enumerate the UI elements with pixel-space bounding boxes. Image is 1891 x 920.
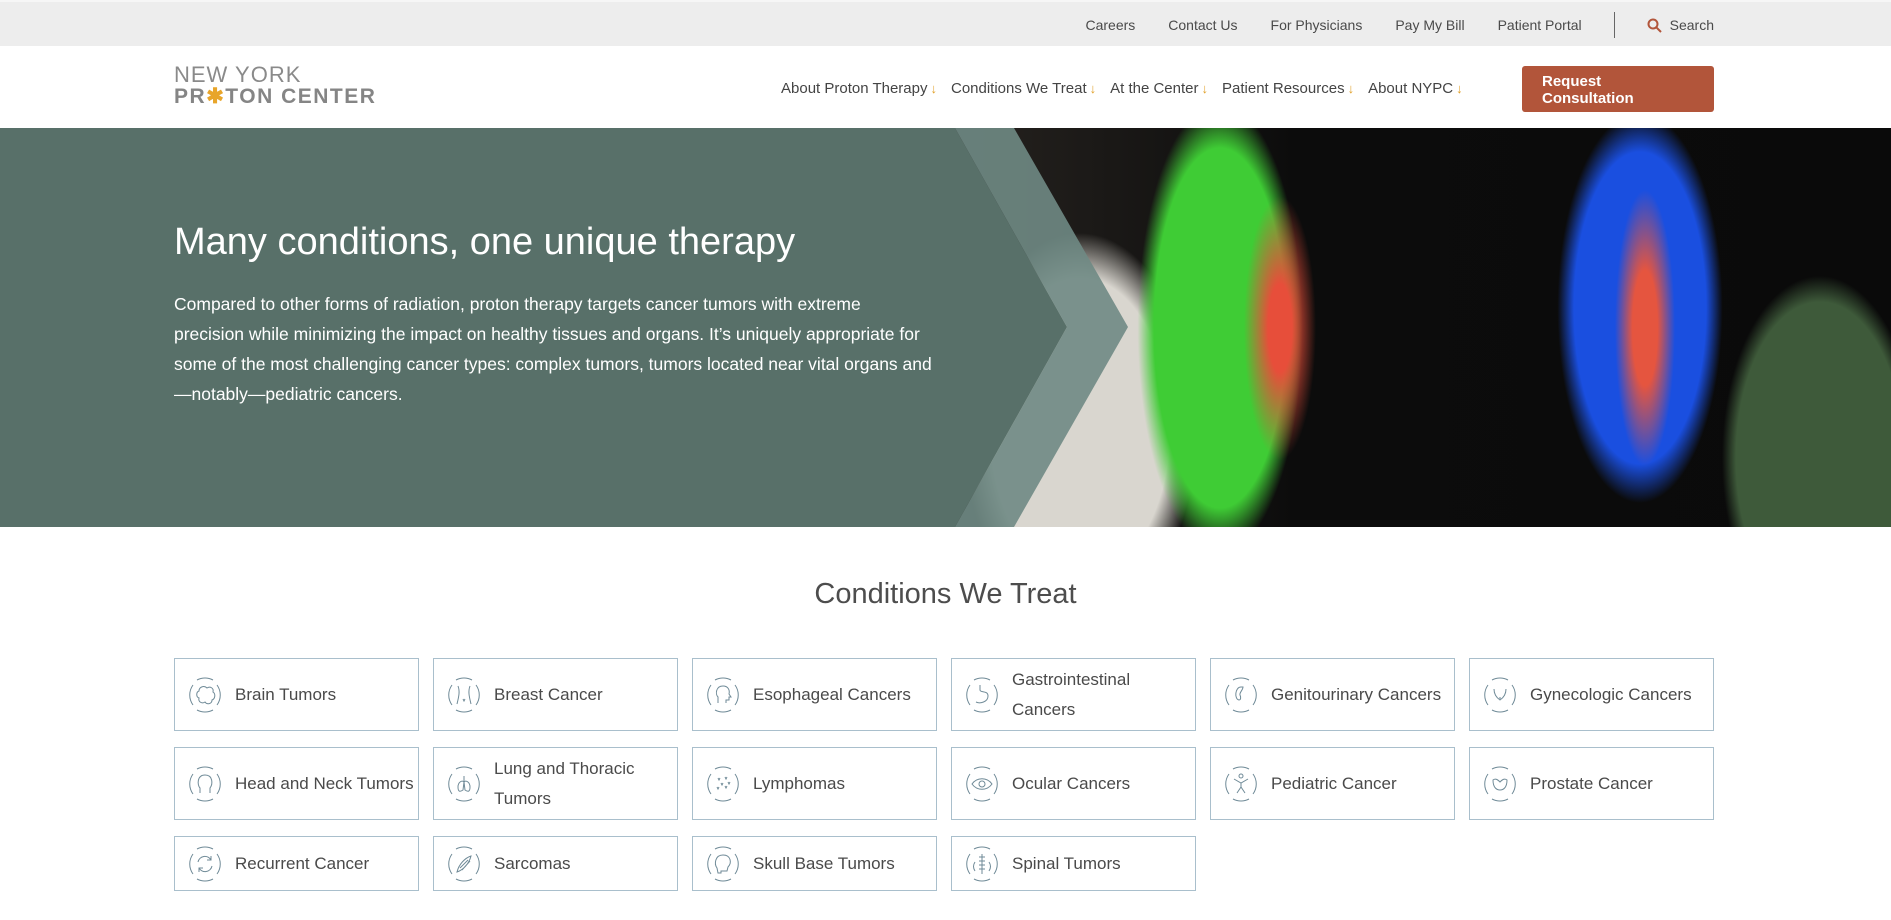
condition-card[interactable]: Gastrointestinal Cancers: [951, 658, 1196, 731]
patient-portal-link[interactable]: Patient Portal: [1498, 17, 1582, 33]
arrow-down-icon: ↓: [1089, 81, 1097, 96]
skull-icon: [707, 846, 739, 881]
divider: [1613, 12, 1615, 38]
child-icon: [1225, 766, 1257, 801]
condition-card[interactable]: Brain Tumors: [174, 658, 419, 731]
arrow-down-icon: ↓: [1201, 81, 1209, 96]
condition-label: Pediatric Cancer: [1271, 773, 1397, 793]
condition-card[interactable]: Ocular Cancers: [951, 747, 1196, 820]
condition-card[interactable]: Breast Cancer: [433, 658, 678, 731]
logo[interactable]: NEW YORK PR✱TON CENTER: [174, 64, 376, 108]
arrow-down-icon: ↓: [930, 81, 937, 96]
pay-my-bill-link[interactable]: Pay My Bill: [1395, 17, 1464, 33]
nav-conditions-we-treat[interactable]: Conditions We Treat ↓: [951, 80, 1096, 97]
condition-label: Gastrointestinal Cancers: [1012, 669, 1131, 719]
kidney-icon: [1225, 677, 1257, 712]
condition-card[interactable]: Recurrent Cancer: [174, 836, 419, 891]
condition-label: Brain Tumors: [235, 684, 337, 704]
condition-label: Prostate Cancer: [1530, 773, 1653, 793]
search-button[interactable]: Search: [1647, 17, 1714, 33]
condition-label: Genitourinary Cancers: [1271, 684, 1442, 704]
logo-line2: PR✱TON CENTER: [174, 85, 377, 108]
condition-label: Breast Cancer: [494, 684, 603, 704]
contact-us-link[interactable]: Contact Us: [1168, 17, 1237, 33]
arrow-down-icon: ↓: [1456, 81, 1463, 96]
condition-label: Lymphomas: [753, 773, 845, 793]
head-icon: [189, 766, 221, 801]
logo-line1: NEW YORK: [174, 62, 302, 87]
head-throat-icon: [707, 677, 739, 712]
arrow-right-icon: →: [1542, 107, 1557, 124]
careers-link[interactable]: Careers: [1085, 17, 1135, 33]
recur-icon: [189, 846, 221, 881]
condition-label: Head and Neck Tumors: [235, 773, 414, 793]
main-nav: About Proton Therapy ↓ Conditions We Trea…: [781, 80, 1477, 97]
hero-body: Compared to other forms of radiation, pr…: [174, 294, 932, 404]
condition-label: Skull Base Tumors: [753, 853, 895, 873]
nav-at-the-center[interactable]: At the Center ↓: [1110, 80, 1208, 97]
condition-label: Gynecologic Cancers: [1530, 684, 1692, 704]
main-header: NEW YORK PR✱TON CENTER About Proton Ther…: [0, 46, 1891, 128]
condition-label: Sarcomas: [494, 853, 571, 873]
condition-label: Spinal Tumors: [1012, 853, 1121, 873]
condition-card[interactable]: Esophageal Cancers: [692, 658, 937, 731]
cells-icon: [707, 766, 739, 801]
condition-label: Ocular Cancers: [1012, 773, 1131, 793]
for-physicians-link[interactable]: For Physicians: [1271, 17, 1363, 33]
hero-title: Many conditions, one unique therapy: [174, 221, 796, 263]
condition-card[interactable]: Gynecologic Cancers: [1469, 658, 1714, 731]
condition-card[interactable]: Skull Base Tumors: [692, 836, 937, 891]
spine-icon: [966, 846, 998, 881]
condition-card[interactable]: Spinal Tumors: [951, 836, 1196, 891]
stomach-icon: [966, 677, 998, 712]
lungs-icon: [448, 766, 480, 801]
muscle-icon: [448, 846, 480, 881]
condition-card[interactable]: Pediatric Cancer: [1210, 747, 1455, 820]
request-consultation-button[interactable]: Request Consultation →: [1522, 66, 1714, 124]
torso-icon: [448, 677, 480, 712]
utility-bar: Careers Contact Us For Physicians Pay My…: [0, 0, 1891, 46]
nav-about-nypc[interactable]: About NYPC ↓: [1368, 80, 1463, 97]
condition-label: Esophageal Cancers: [753, 684, 911, 704]
condition-card[interactable]: Genitourinary Cancers: [1210, 658, 1455, 731]
cta-label: Request Consultation: [1542, 73, 1634, 107]
prostate-icon: [1484, 766, 1516, 801]
nav-about-proton-therapy[interactable]: About Proton Therapy ↓: [781, 80, 937, 97]
search-label: Search: [1669, 17, 1714, 33]
brain-icon: [189, 677, 221, 712]
condition-card[interactable]: Head and Neck Tumors: [174, 747, 419, 820]
condition-card[interactable]: Sarcomas: [433, 836, 678, 891]
nav-patient-resources[interactable]: Patient Resources ↓: [1222, 80, 1354, 97]
pelvis-icon: [1484, 677, 1516, 712]
arrow-down-icon: ↓: [1347, 81, 1355, 96]
condition-card[interactable]: Prostate Cancer: [1469, 747, 1714, 820]
condition-card[interactable]: Lung and Thoracic Tumors: [433, 747, 678, 820]
condition-label: Lung and Thoracic Tumors: [494, 758, 635, 808]
condition-label: Recurrent Cancer: [235, 853, 370, 873]
conditions-title: Conditions We Treat: [814, 578, 1077, 610]
eye-icon: [966, 766, 998, 801]
hero-banner: Many conditions, one unique therapy Comp…: [0, 128, 1891, 527]
search-icon: [1647, 18, 1662, 33]
condition-card[interactable]: Lymphomas: [692, 747, 937, 820]
